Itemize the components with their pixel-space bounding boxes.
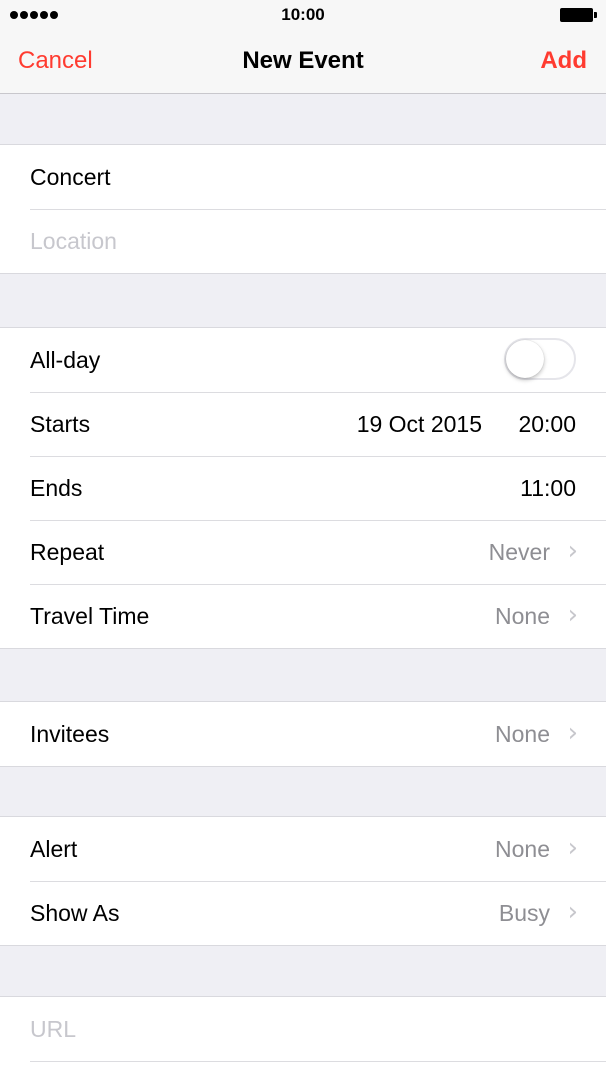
starts-time: 20:00 bbox=[518, 411, 576, 437]
location-placeholder: Location bbox=[30, 228, 117, 254]
invitees-value: None bbox=[495, 721, 550, 747]
toggle-knob bbox=[506, 340, 544, 378]
url-group: URL bbox=[0, 996, 606, 1081]
repeat-row[interactable]: Repeat Never › bbox=[0, 520, 606, 584]
show-as-row[interactable]: Show As Busy › bbox=[0, 881, 606, 945]
navigation-bar: Cancel New Event Add bbox=[0, 30, 606, 94]
invitees-label: Invitees bbox=[30, 721, 110, 747]
alert-row[interactable]: Alert None › bbox=[0, 817, 606, 881]
status-time: 10:00 bbox=[281, 5, 325, 24]
travel-time-value: None bbox=[495, 603, 550, 629]
url-placeholder: URL bbox=[30, 1016, 77, 1042]
alert-label: Alert bbox=[30, 836, 78, 862]
starts-row[interactable]: Starts 19 Oct 2015 20:00 bbox=[0, 392, 606, 456]
all-day-toggle[interactable] bbox=[504, 338, 576, 380]
ends-label: Ends bbox=[30, 475, 83, 501]
chevron-right-icon: › bbox=[567, 600, 578, 630]
ends-row[interactable]: Ends 11:00 bbox=[0, 456, 606, 520]
battery-icon bbox=[560, 8, 598, 22]
repeat-value: Never bbox=[488, 539, 550, 565]
chevron-right-icon: › bbox=[567, 833, 578, 863]
alert-group: Alert None › Show As Busy › bbox=[0, 816, 606, 946]
invitees-group: Invitees None › bbox=[0, 701, 606, 767]
time-group: All-day Starts 19 Oct 2015 20:00 Ends 11… bbox=[0, 327, 606, 649]
url-field[interactable]: URL bbox=[0, 997, 606, 1061]
starts-date: 19 Oct 2015 bbox=[356, 411, 482, 437]
show-as-value: Busy bbox=[498, 900, 550, 926]
chevron-right-icon: › bbox=[567, 897, 578, 927]
travel-time-row[interactable]: Travel Time None › bbox=[0, 584, 606, 648]
all-day-row: All-day bbox=[0, 328, 606, 392]
title-field[interactable]: Concert bbox=[0, 145, 606, 209]
repeat-label: Repeat bbox=[30, 539, 105, 565]
travel-time-label: Travel Time bbox=[30, 603, 150, 629]
page-title: New Event bbox=[242, 47, 364, 74]
title-value: Concert bbox=[30, 164, 111, 190]
invitees-row[interactable]: Invitees None › bbox=[0, 702, 606, 766]
next-row-edge bbox=[0, 1061, 606, 1081]
show-as-label: Show As bbox=[30, 900, 120, 926]
add-button[interactable]: Add bbox=[540, 47, 587, 75]
chevron-right-icon: › bbox=[567, 536, 578, 566]
title-location-group: Concert Location bbox=[0, 144, 606, 274]
starts-label: Starts bbox=[30, 411, 91, 437]
status-bar: 10:00 bbox=[0, 0, 606, 30]
chevron-right-icon: › bbox=[567, 718, 578, 748]
location-field[interactable]: Location bbox=[0, 209, 606, 273]
all-day-label: All-day bbox=[30, 347, 101, 373]
alert-value: None bbox=[495, 836, 550, 862]
ends-time: 11:00 bbox=[520, 475, 576, 501]
